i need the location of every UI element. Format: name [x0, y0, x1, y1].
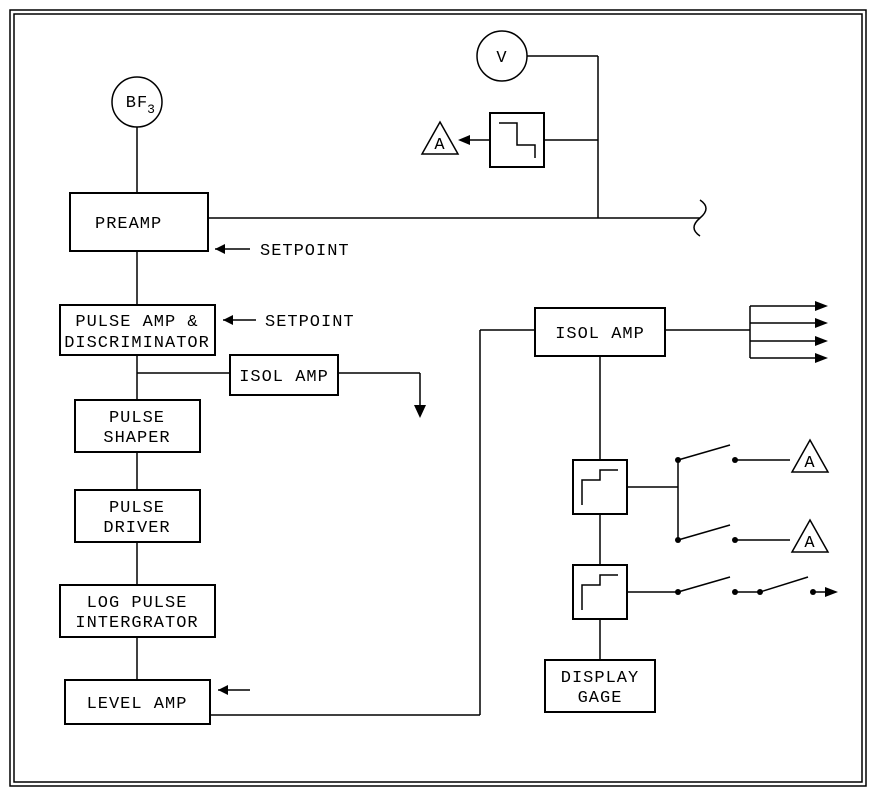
pad-l1: PULSE AMP &: [75, 313, 198, 332]
step-block-1-icon: [573, 460, 627, 514]
v-label: V: [496, 49, 507, 68]
la-l: LEVEL AMP: [87, 695, 188, 714]
svg-text:A: A: [434, 136, 445, 155]
bf3-label: BF: [126, 94, 148, 113]
svg-text:A: A: [804, 454, 815, 473]
setpoint-1: SETPOINT: [260, 242, 350, 261]
pad-l2: DISCRIMINATOR: [64, 334, 210, 353]
dg-l2: GAGE: [578, 689, 623, 708]
step-block-top-icon: [490, 113, 544, 167]
pd-l1: PULSE: [109, 499, 165, 518]
alarm-triangle-2-icon: A: [792, 520, 828, 553]
alarm-triangle-top-icon: A: [422, 122, 458, 155]
step-block-2-icon: [573, 565, 627, 619]
dg-l1: DISPLAY: [561, 669, 639, 688]
ps-l1: PULSE: [109, 409, 165, 428]
setpoint-2: SETPOINT: [265, 313, 355, 332]
bf3-sub: 3: [147, 102, 155, 117]
block-diagram: BF 3 PREAMP SETPOINT PULSE AMP & DISCRIM…: [0, 0, 876, 796]
preamp-label: PREAMP: [95, 215, 162, 234]
pd-l2: DRIVER: [103, 519, 170, 538]
alarm-triangle-1-icon: A: [792, 440, 828, 473]
lpi-l1: LOG PULSE: [87, 594, 188, 613]
ps-l2: SHAPER: [103, 429, 170, 448]
lpi-l2: INTERGRATOR: [75, 614, 198, 633]
svg-text:A: A: [804, 534, 815, 553]
isol-amp-outputs-icon: [750, 301, 828, 363]
isol-amp-right-label: ISOL AMP: [555, 325, 645, 344]
isol-amp-left-label: ISOL AMP: [239, 368, 329, 387]
